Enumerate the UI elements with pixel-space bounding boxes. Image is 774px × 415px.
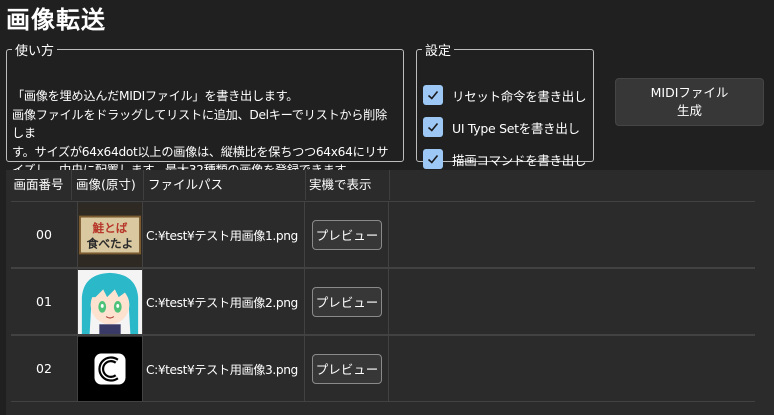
character-thumbnail xyxy=(78,269,142,334)
usage-legend: 使い方 xyxy=(15,44,55,59)
screen-number: 00 xyxy=(36,227,52,242)
sign-thumbnail: 鮭とば 食べたよ xyxy=(78,202,142,267)
usage-line: 画像ファイルをドラッグしてリストに追加、Delキーでリストから削除しま xyxy=(12,107,387,141)
preview-button[interactable]: プレビュー xyxy=(312,219,382,250)
image-cell: 鮭とば 食べたよ xyxy=(77,202,143,267)
file-path: C:¥test¥テスト用画像1.png xyxy=(143,202,305,267)
column-header-file-path[interactable]: ファイルパス xyxy=(144,170,306,200)
ui-type-set-label: UI Type Setを書き出し xyxy=(452,120,580,136)
image-cell xyxy=(77,336,143,401)
table-row[interactable]: 01 C:¥test¥テスト用画像2.png プレビュー xyxy=(11,268,755,335)
usage-text: 「画像を埋め込んだMIDIファイル」を書き出します。 画像ファイルをドラッグして… xyxy=(12,87,398,180)
column-header-screen-number[interactable]: 画面番号 xyxy=(6,170,72,200)
checkmark-icon xyxy=(423,117,443,137)
usage-line: す。サイズが64x64dot以上の画像は、縦横比を保ちつつ64x64にリサ xyxy=(12,144,389,159)
sign-text-line: 鮭とば xyxy=(92,221,128,235)
image-cell xyxy=(77,269,143,334)
column-header-preview[interactable]: 実機で表示 xyxy=(306,170,390,200)
image-list-grid[interactable]: 画面番号 画像(原寸) ファイルパス 実機で表示 00 鮭とば 食べたよ C:¥… xyxy=(6,170,774,415)
preview-cell: プレビュー xyxy=(305,202,389,267)
reset-command-label: リセット命令を書き出し xyxy=(452,88,587,104)
file-path: C:¥test¥テスト用画像2.png xyxy=(143,269,305,334)
ui-type-set-checkbox[interactable]: UI Type Setを書き出し xyxy=(423,116,580,138)
table-row[interactable]: 02 C:¥test¥テスト用画像3.png プレビュー xyxy=(11,335,755,402)
usage-group: 使い方 「画像を埋め込んだMIDIファイル」を書き出します。 画像ファイルをドラ… xyxy=(6,40,404,177)
column-header-image[interactable]: 画像(原寸) xyxy=(72,170,144,200)
preview-button[interactable]: プレビュー xyxy=(312,353,382,384)
preview-button[interactable]: プレビュー xyxy=(312,286,382,317)
table-row[interactable]: 00 鮭とば 食べたよ C:¥test¥テスト用画像1.png プレビュー xyxy=(11,201,755,268)
file-path: C:¥test¥テスト用画像3.png xyxy=(143,336,305,401)
checkmark-icon xyxy=(423,149,443,169)
generate-midi-button[interactable]: MIDIファイル 生成 xyxy=(615,78,764,126)
draw-command-checkbox[interactable]: 描画コマンドを書き出し xyxy=(423,148,587,170)
sign-text-line: 食べたよ xyxy=(87,236,134,250)
checkmark-icon xyxy=(423,85,443,105)
preview-cell: プレビュー xyxy=(305,269,389,334)
settings-legend: 設定 xyxy=(425,44,452,59)
preview-cell: プレビュー xyxy=(305,336,389,401)
reset-command-checkbox[interactable]: リセット命令を書き出し xyxy=(423,84,587,106)
c-logo-thumbnail xyxy=(78,336,142,401)
screen-number: 02 xyxy=(36,361,52,376)
grid-header: 画面番号 画像(原寸) ファイルパス 実機で表示 xyxy=(6,170,774,200)
usage-line: 「画像を埋め込んだMIDIファイル」を書き出します。 xyxy=(12,89,299,103)
settings-group: 設定 リセット命令を書き出し UI Type Setを書き出し 描画コマンドを書… xyxy=(416,40,594,169)
screen-number: 01 xyxy=(36,294,52,309)
app-title: 画像転送 xyxy=(6,6,106,34)
draw-command-label: 描画コマンドを書き出し xyxy=(452,152,587,168)
